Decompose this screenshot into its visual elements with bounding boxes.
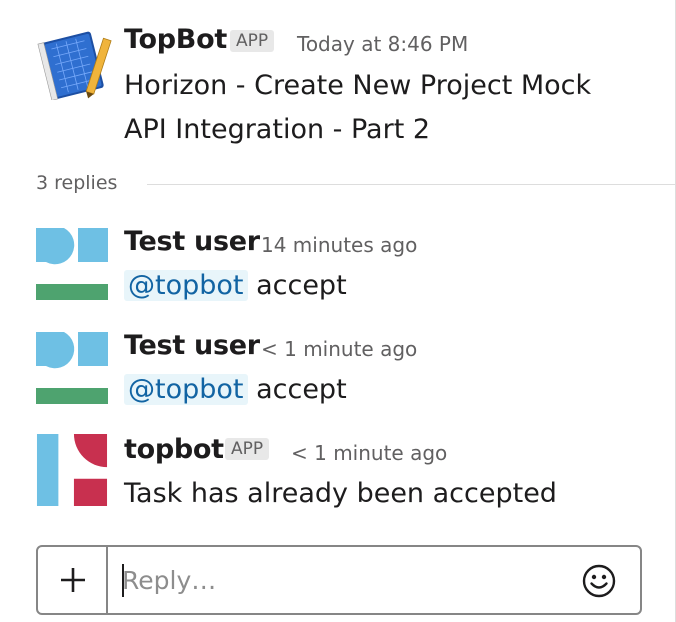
smiley-icon[interactable] bbox=[582, 564, 616, 598]
mention-topbot[interactable]: @topbot bbox=[124, 270, 248, 301]
app-badge: APP bbox=[225, 438, 270, 460]
bot-avatar-icon[interactable] bbox=[36, 434, 108, 506]
add-attachment-button[interactable] bbox=[38, 547, 108, 613]
reply-message: topbot APP < 1 minute ago Task has alrea… bbox=[0, 428, 676, 528]
reply-text: Task has already been accepted bbox=[124, 478, 557, 509]
app-badge: APP bbox=[230, 30, 275, 52]
reply-message: Test user 14 minutes ago @topbot accept bbox=[0, 220, 676, 320]
message-text-line: Horizon - Create New Project Mock bbox=[124, 70, 592, 101]
reply-body: accept bbox=[247, 270, 347, 301]
reply-author-name[interactable]: Test user bbox=[124, 330, 260, 361]
text-caret bbox=[122, 564, 124, 597]
reply-message: Test user < 1 minute ago @topbot accept bbox=[0, 324, 676, 424]
reply-timestamp[interactable]: < 1 minute ago bbox=[291, 441, 447, 465]
thread-replies-divider: 3 replies bbox=[36, 170, 676, 198]
reply-timestamp[interactable]: < 1 minute ago bbox=[261, 337, 417, 361]
mention-topbot[interactable]: @topbot bbox=[124, 374, 248, 405]
reply-timestamp[interactable]: 14 minutes ago bbox=[261, 233, 417, 257]
user-avatar-icon[interactable] bbox=[36, 332, 108, 404]
divider-line bbox=[147, 184, 676, 185]
reply-body: accept bbox=[247, 374, 347, 405]
plus-icon bbox=[61, 568, 85, 592]
reply-composer bbox=[36, 545, 642, 615]
reply-input[interactable] bbox=[122, 559, 562, 601]
message-timestamp[interactable]: Today at 8:46 PM bbox=[297, 32, 468, 56]
replies-count: 3 replies bbox=[36, 172, 118, 194]
reply-author-name[interactable]: topbot bbox=[124, 434, 224, 465]
reply-text: @topbot accept bbox=[124, 374, 347, 405]
parent-message: TopBot APP Today at 8:46 PM Horizon - Cr… bbox=[0, 0, 676, 170]
reply-text: @topbot accept bbox=[124, 270, 347, 301]
blueprint-book-icon[interactable] bbox=[36, 30, 112, 100]
message-text-line: API Integration - Part 2 bbox=[124, 114, 431, 145]
user-avatar-icon[interactable] bbox=[36, 228, 108, 300]
parent-author-name[interactable]: TopBot bbox=[124, 24, 227, 55]
reply-author-name[interactable]: Test user bbox=[124, 226, 260, 257]
